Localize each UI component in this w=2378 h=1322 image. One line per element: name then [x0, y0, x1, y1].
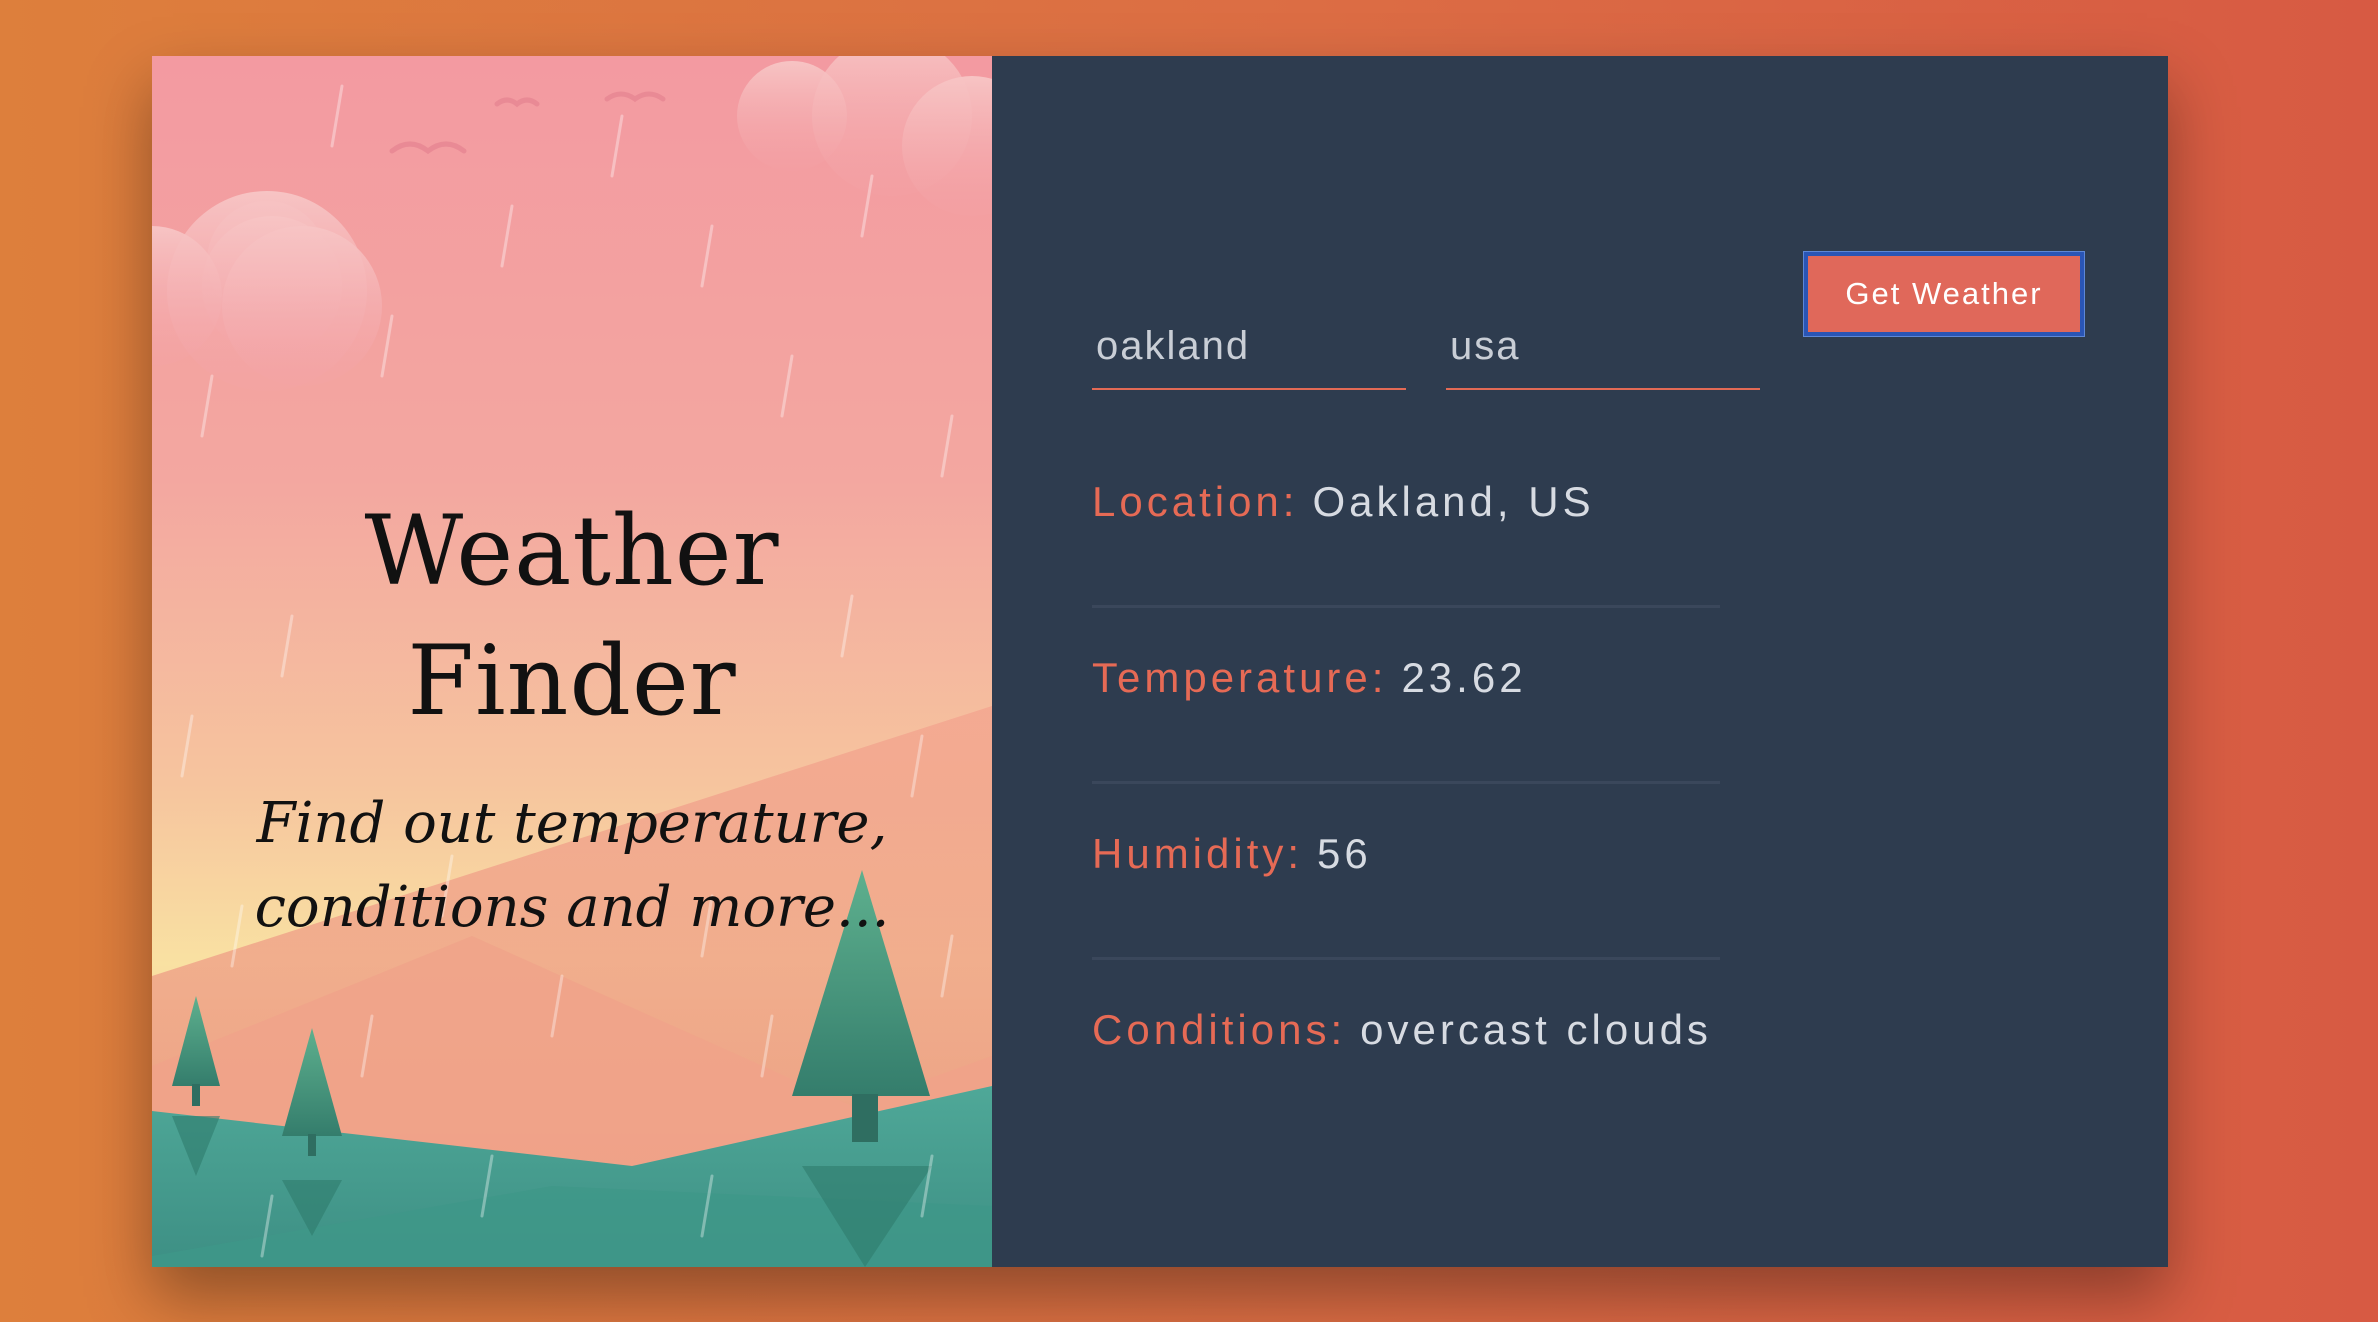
- conditions-label: Conditions:: [1092, 1006, 1347, 1053]
- weather-panel: Get Weather Location: Oakland, US Tempera…: [992, 56, 2168, 1267]
- result-temperature: Temperature: 23.62: [1092, 608, 1720, 784]
- result-conditions: Conditions: overcast clouds: [1092, 960, 1720, 1136]
- result-humidity: Humidity: 56: [1092, 784, 1720, 960]
- weather-app-card: Weather Finder Find out temperature, con…: [152, 56, 2168, 1267]
- hero-text: Weather Finder Find out temperature, con…: [152, 486, 992, 950]
- humidity-value: 56: [1317, 830, 1372, 877]
- app-subtitle-line1: Find out temperature,: [256, 791, 888, 856]
- country-input[interactable]: [1446, 308, 1760, 384]
- temperature-value: 23.62: [1401, 654, 1527, 701]
- app-title-line2: Finder: [407, 625, 737, 737]
- country-field: [1446, 308, 1760, 390]
- humidity-label: Humidity:: [1092, 830, 1304, 877]
- city-input[interactable]: [1092, 308, 1406, 384]
- temperature-label: Temperature:: [1092, 654, 1388, 701]
- conditions-value: overcast clouds: [1360, 1006, 1712, 1053]
- get-weather-button[interactable]: Get Weather: [1804, 252, 2084, 336]
- app-title: Weather Finder: [152, 486, 992, 746]
- app-subtitle-line2: conditions and more...: [254, 875, 890, 940]
- result-location: Location: Oakland, US: [1092, 432, 1720, 608]
- city-field: [1092, 308, 1406, 390]
- app-subtitle: Find out temperature, conditions and mor…: [252, 782, 892, 950]
- hero-panel: Weather Finder Find out temperature, con…: [152, 56, 992, 1267]
- app-title-line1: Weather: [364, 495, 780, 607]
- location-value: Oakland, US: [1312, 478, 1595, 525]
- location-label: Location:: [1092, 478, 1299, 525]
